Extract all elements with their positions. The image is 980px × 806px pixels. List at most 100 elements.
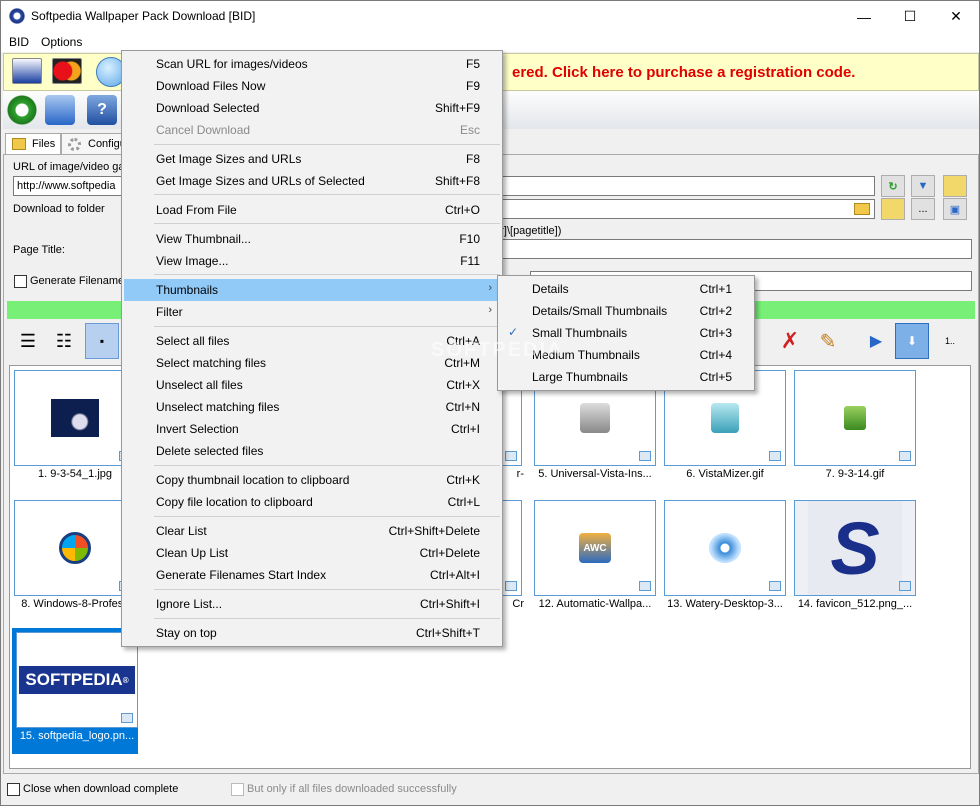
thumbnail-caption: 12. Automatic-Wallpa... (538, 598, 652, 610)
status-bar: Close when download complete But only if… (3, 779, 979, 801)
window-title: Softpedia Wallpaper Pack Download [BID] (31, 9, 256, 23)
menu-options[interactable]: Options (41, 35, 82, 49)
thumbnail-caption: 6. VistaMizer.gif (686, 468, 764, 480)
page-title-input[interactable] (502, 239, 972, 259)
gear-icon (68, 138, 81, 151)
menu-item-scan-url[interactable]: Scan URL for images/videos F5 (124, 53, 500, 75)
softpedia-logo-mark: ® (122, 675, 129, 685)
submenu-item-details-small[interactable]: Details/Small Thumbnails Ctrl+2 (500, 300, 752, 322)
softpedia-logo-image: SOFTPEDIA ® (19, 666, 135, 694)
menu-separator (154, 144, 500, 145)
scan-button[interactable]: ↻ (881, 175, 905, 197)
play-icon[interactable]: ▶ (859, 323, 893, 359)
url-value: http://www.softpedia (17, 180, 116, 192)
thumbnail-item[interactable]: S 14. favicon_512.png_... (790, 496, 916, 620)
thumbnail-item[interactable]: AWC 12. Automatic-Wallpa... (530, 496, 656, 620)
thumbnail-caption: 13. Watery-Desktop-3... (667, 598, 783, 610)
bookmark-button[interactable] (943, 175, 967, 197)
only-if-success-label: But only if all files downloaded success… (247, 783, 457, 795)
download-arrow-button[interactable]: ▼ (911, 175, 935, 197)
menu-item-get-sizes[interactable]: Get Image Sizes and URLs F8 (124, 148, 500, 170)
menu-item-stay-on-top[interactable]: Stay on top Ctrl+Shift+T (124, 622, 500, 644)
minimize-button[interactable]: — (841, 1, 887, 32)
awc-icon: AWC (579, 533, 611, 563)
menu-item-thumbnails[interactable]: Thumbnails › (124, 279, 500, 301)
small-thumbs-view-icon[interactable]: ▪ (85, 323, 119, 359)
menu-separator (154, 589, 500, 590)
browse-folder-icon[interactable] (854, 203, 870, 215)
details-view-icon[interactable]: ☰ (11, 323, 45, 359)
submenu-item-details[interactable]: Details Ctrl+1 (500, 278, 752, 300)
save-icon[interactable]: ▣ (943, 198, 967, 220)
submenu-item-large-thumbnails[interactable]: Large Thumbnails Ctrl+5 (500, 366, 752, 388)
tab-files[interactable]: Files (5, 133, 61, 155)
more-options-button[interactable]: ... (911, 198, 935, 220)
menu-item-copy-file-location[interactable]: Copy file location to clipboard Ctrl+L (124, 491, 500, 513)
menu-item-delete-selected[interactable]: Delete selected files (124, 440, 500, 462)
close-button[interactable]: ✕ (933, 1, 979, 32)
only-if-success-checkbox (231, 783, 244, 796)
thumbnail-item[interactable]: 7. 9-3-14.gif (790, 366, 916, 490)
thumbnail-item-selected[interactable]: SOFTPEDIA ® 15. softpedia_logo.pn... (12, 628, 138, 754)
refresh-icon[interactable] (7, 95, 37, 125)
watery-icon (709, 533, 741, 563)
delete-icon[interactable]: ✗ (773, 323, 807, 359)
help-icon[interactable]: ? (87, 95, 117, 125)
title-bar: Softpedia Wallpaper Pack Download [BID] … (1, 1, 979, 32)
folder-input[interactable] (502, 199, 875, 219)
moon-night-image (51, 399, 99, 437)
menu-separator (154, 516, 500, 517)
menu-item-unselect-matching[interactable]: Unselect matching files Ctrl+N (124, 396, 500, 418)
softpedia-s-icon: S (808, 501, 902, 595)
menu-separator (154, 223, 500, 224)
menu-item-download-selected[interactable]: Download Selected Shift+F9 (124, 97, 500, 119)
maximize-button[interactable]: ☐ (887, 1, 933, 32)
menu-bar: BID Options (1, 32, 979, 52)
close-when-done-checkbox[interactable] (7, 783, 20, 796)
menu-item-download-now[interactable]: Download Files Now F9 (124, 75, 500, 97)
start-index-icon[interactable]: 1.. (933, 323, 967, 359)
watermark: SOFTPEDIA (431, 339, 564, 361)
menu-item-filter[interactable]: Filter › (124, 301, 500, 323)
thumbnail-caption: 5. Universal-Vista-Ins... (538, 468, 652, 480)
submenu-arrow-icon: › (488, 282, 492, 294)
thumbnail-item[interactable]: 13. Watery-Desktop-3... (660, 496, 786, 620)
thumbnail-item[interactable]: 1. 9-3-54_1.jpg (10, 366, 136, 490)
menu-item-clean-up-list[interactable]: Clean Up List Ctrl+Delete (124, 542, 500, 564)
download-icon[interactable] (45, 95, 75, 125)
menu-item-copy-thumbnail-location[interactable]: Copy thumbnail location to clipboard Ctrl… (124, 469, 500, 491)
page-title-label: Page Title: (13, 244, 65, 256)
generate-filenames-label: Generate Filenames (30, 275, 130, 287)
mastercard-icon (52, 58, 82, 84)
menu-item-get-sizes-selected[interactable]: Get Image Sizes and URLs of Selected Shif… (124, 170, 500, 192)
menu-item-clear-list[interactable]: Clear List Ctrl+Shift+Delete (124, 520, 500, 542)
favorite-folder-button[interactable] (881, 198, 905, 220)
thumbnail-caption: 14. favicon_512.png_... (797, 598, 913, 610)
menu-separator (154, 465, 500, 466)
submenu-arrow-icon: › (488, 304, 492, 316)
app-window: Softpedia Wallpaper Pack Download [BID] … (0, 0, 980, 806)
purchase-link[interactable]: ered. Click here to purchase a registrat… (512, 64, 855, 81)
vistamizer-icon (711, 403, 739, 433)
thumbnails-submenu: Details Ctrl+1 Details/Small Thumbnails Ct… (497, 275, 755, 391)
menu-separator (154, 618, 500, 619)
menu-item-unselect-all[interactable]: Unselect all files Ctrl+X (124, 374, 500, 396)
menu-item-load-from-file[interactable]: Load From File Ctrl+O (124, 199, 500, 221)
thumbnail-item[interactable]: 8. Windows-8-Profess (10, 496, 136, 620)
details-thumbs-view-icon[interactable]: ☷ (47, 323, 81, 359)
windows-logo-icon (59, 532, 91, 564)
menu-item-ignore-list[interactable]: Ignore List... Ctrl+Shift+I (124, 593, 500, 615)
tab-files-label: Files (32, 138, 56, 150)
clean-broom-icon[interactable]: ✎ (811, 323, 845, 359)
green-puzzle-icon (844, 406, 866, 430)
menu-item-invert-selection[interactable]: Invert Selection Ctrl+I (124, 418, 500, 440)
generate-filenames-checkbox[interactable] (14, 275, 27, 288)
menu-item-view-image[interactable]: View Image... F11 (124, 250, 500, 272)
thumbnail-caption: 7. 9-3-14.gif (825, 468, 885, 480)
menu-bid[interactable]: BID (9, 35, 29, 49)
download-to-disk-icon[interactable]: ⬇ (895, 323, 929, 359)
menu-item-view-thumbnail[interactable]: View Thumbnail... F10 (124, 228, 500, 250)
folder-label: Download to folder (13, 203, 105, 215)
menu-separator (154, 274, 500, 275)
menu-item-generate-start-index[interactable]: Generate Filenames Start Index Ctrl+Alt+I (124, 564, 500, 586)
